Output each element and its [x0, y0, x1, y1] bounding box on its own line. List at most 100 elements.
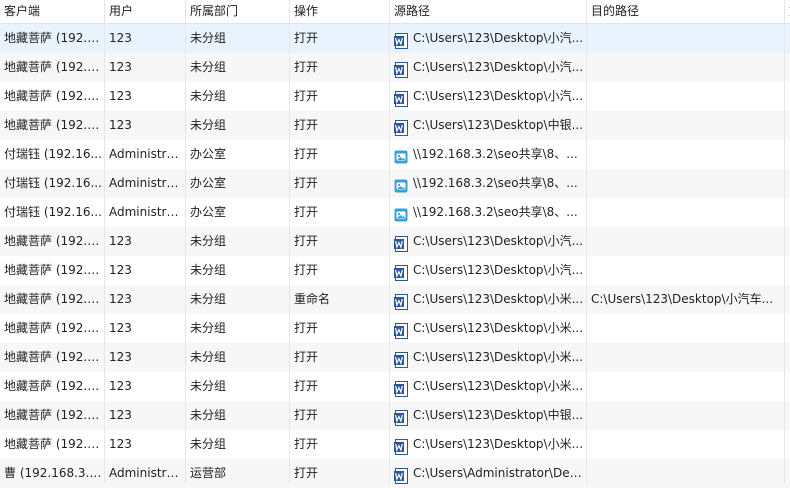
cell-department: 未分组 — [190, 350, 227, 364]
column-header-department[interactable]: 所属部门 — [186, 0, 290, 23]
table-row[interactable]: 付瑞钰 (192.16... Administra... 办公室 打开 \\192.16… — [0, 169, 790, 198]
source-path-text: C:\Users\123\Desktop\中银... — [413, 118, 584, 132]
cell-user: 123 — [109, 379, 132, 393]
source-path-text: \\192.168.3.2\seo共享\8、... — [413, 176, 578, 190]
cell-source-path: C:\Users\123\Desktop\中银... — [390, 401, 586, 430]
cell-department: 未分组 — [190, 60, 227, 74]
cell-source-path: \\192.168.3.2\seo共享\8、... — [390, 169, 586, 198]
source-path-text: C:\Users\123\Desktop\小汽... — [413, 89, 584, 103]
word-file-icon — [394, 89, 408, 107]
word-file-icon — [394, 379, 408, 397]
column-header-next[interactable]: 文 — [785, 0, 790, 23]
cell-user: 123 — [109, 292, 132, 306]
table-row[interactable]: 曹 (192.168.3.1... Administra... 运营部 打开 C:\Us… — [0, 459, 790, 488]
column-header-source-path[interactable]: 源路径 — [390, 0, 587, 23]
table-row[interactable]: 地藏菩萨 (192.1... 123 未分组 打开 C:\Users\123\Deskt… — [0, 343, 790, 372]
cell-client: 付瑞钰 (192.16... — [4, 176, 102, 190]
cell-operation: 打开 — [294, 31, 319, 45]
cell-destination-path — [587, 343, 784, 372]
cell-user: Administra... — [109, 205, 185, 219]
cell-destination-path — [587, 111, 784, 140]
cell-client: 地藏菩萨 (192.1... — [4, 234, 104, 248]
word-file-icon — [394, 350, 408, 368]
word-file-icon — [394, 234, 408, 252]
cell-department: 未分组 — [190, 118, 227, 132]
cell-user: 123 — [109, 118, 132, 132]
source-path-text: C:\Users\123\Desktop\小米... — [413, 437, 584, 451]
cell-client: 地藏菩萨 (192.1... — [4, 408, 104, 422]
table-row[interactable]: 地藏菩萨 (192.1... 123 未分组 打开 C:\Users\123\Deskt… — [0, 314, 790, 343]
cell-user: 123 — [109, 89, 132, 103]
table-row[interactable]: 地藏菩萨 (192.1... 123 未分组 打开 C:\Users\123\Deskt… — [0, 53, 790, 82]
table-row[interactable]: 地藏菩萨 (192.1... 123 未分组 打开 C:\Users\123\Deskt… — [0, 111, 790, 140]
column-header-operation[interactable]: 操作 — [290, 0, 390, 23]
table-row[interactable]: 地藏菩萨 (192.1... 123 未分组 重命名 C:\Users\123\Desk… — [0, 285, 790, 314]
cell-source-path: C:\Users\123\Desktop\小汽... — [390, 256, 586, 285]
table-row[interactable]: 地藏菩萨 (192.1... 123 未分组 打开 C:\Users\123\Deskt… — [0, 401, 790, 430]
table-row[interactable]: 地藏菩萨 (192.1... 123 未分组 打开 C:\Users\123\Deskt… — [0, 256, 790, 285]
column-header-destination-path[interactable]: 目的路径 — [587, 0, 785, 23]
cell-source-path: \\192.168.3.2\seo共享\8、... — [390, 140, 586, 169]
word-file-icon — [394, 31, 408, 49]
table-row[interactable]: 地藏菩萨 (192.1... 123 未分组 打开 C:\Users\123\Deskt… — [0, 24, 790, 53]
cell-source-path: C:\Users\123\Desktop\小米... — [390, 314, 586, 343]
cell-operation: 打开 — [294, 466, 319, 480]
word-file-icon — [394, 321, 408, 339]
word-file-icon — [394, 292, 408, 310]
cell-operation: 打开 — [294, 321, 319, 335]
word-file-icon — [394, 466, 408, 484]
cell-operation: 打开 — [294, 350, 319, 364]
cell-destination-path — [587, 198, 784, 227]
cell-destination-path — [587, 401, 784, 430]
cell-department: 未分组 — [190, 408, 227, 422]
source-path-text: \\192.168.3.2\seo共享\8、... — [413, 205, 578, 219]
table-row[interactable]: 付瑞钰 (192.16... Administra... 办公室 打开 \\192.16… — [0, 198, 790, 227]
source-path-text: C:\Users\Administrator\Des... — [413, 466, 586, 480]
table-row[interactable]: 地藏菩萨 (192.1... 123 未分组 打开 C:\Users\123\Deskt… — [0, 430, 790, 459]
word-file-icon — [394, 263, 408, 281]
source-path-text: C:\Users\123\Desktop\中银... — [413, 408, 584, 422]
table-row[interactable]: 地藏菩萨 (192.1... 123 未分组 打开 C:\Users\123\Deskt… — [0, 372, 790, 401]
cell-operation: 打开 — [294, 205, 319, 219]
cell-source-path: \\192.168.3.2\seo共享\8、... — [390, 198, 586, 227]
cell-destination-path: C:\Users\123\Desktop\小汽车... — [591, 292, 774, 306]
cell-source-path: C:\Users\123\Desktop\小汽... — [390, 24, 586, 53]
cell-source-path: C:\Users\123\Desktop\小汽... — [390, 53, 586, 82]
table-row[interactable]: 地藏菩萨 (192.1... 123 未分组 打开 C:\Users\123\Deskt… — [0, 82, 790, 111]
word-file-icon — [394, 118, 408, 136]
column-header-user[interactable]: 用户 — [105, 0, 186, 23]
word-file-icon — [394, 408, 408, 426]
cell-user: 123 — [109, 234, 132, 248]
cell-client: 曹 (192.168.3.1... — [4, 466, 104, 480]
column-divider — [289, 0, 290, 483]
cell-department: 未分组 — [190, 437, 227, 451]
cell-client: 付瑞钰 (192.16... — [4, 147, 102, 161]
cell-user: 123 — [109, 350, 132, 364]
table-header: 客户端 用户 所属部门 操作 源路径 目的路径 文 — [0, 0, 790, 24]
cell-department: 办公室 — [190, 147, 227, 161]
cell-user: 123 — [109, 263, 132, 277]
cell-department: 未分组 — [190, 234, 227, 248]
cell-department: 未分组 — [190, 89, 227, 103]
cell-source-path: C:\Users\123\Desktop\小米... — [390, 372, 586, 401]
cell-client: 付瑞钰 (192.16... — [4, 205, 102, 219]
cell-client: 地藏菩萨 (192.1... — [4, 263, 104, 277]
cell-client: 地藏菩萨 (192.1... — [4, 321, 104, 335]
cell-department: 办公室 — [190, 176, 227, 190]
word-file-icon — [394, 60, 408, 78]
cell-source-path: C:\Users\123\Desktop\中银... — [390, 111, 586, 140]
table-row[interactable]: 付瑞钰 (192.16... Administra... 办公室 打开 \\192.16… — [0, 140, 790, 169]
cell-operation: 打开 — [294, 379, 319, 393]
cell-department: 未分组 — [190, 292, 227, 306]
cell-department: 办公室 — [190, 205, 227, 219]
table-row[interactable]: 地藏菩萨 (192.1... 123 未分组 打开 C:\Users\123\Deskt… — [0, 227, 790, 256]
cell-department: 未分组 — [190, 321, 227, 335]
cell-user: 123 — [109, 437, 132, 451]
cell-source-path: C:\Users\123\Desktop\小米... — [390, 343, 586, 372]
column-header-client[interactable]: 客户端 — [0, 0, 105, 23]
source-path-text: C:\Users\123\Desktop\小汽... — [413, 31, 584, 45]
cell-user: Administra... — [109, 176, 185, 190]
cell-operation: 打开 — [294, 147, 319, 161]
column-divider — [389, 0, 390, 483]
cell-destination-path — [587, 82, 784, 111]
